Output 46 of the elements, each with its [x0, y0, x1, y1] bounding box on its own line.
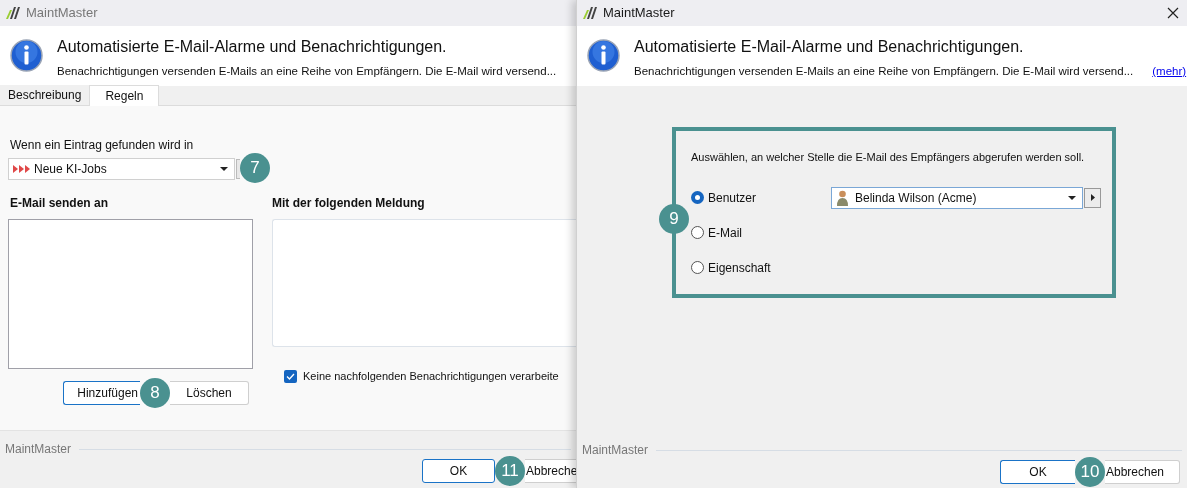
field-label: Mit der folgenden Meldung	[272, 195, 426, 212]
info-icon	[10, 39, 43, 72]
logo-icon	[583, 7, 597, 19]
recipient-list[interactable]	[8, 219, 253, 369]
dialog-button[interactable]: Abbrechen	[1105, 460, 1180, 484]
logo-icon	[6, 7, 20, 19]
tab[interactable]: Beschreibung	[0, 85, 90, 105]
person-icon	[836, 189, 849, 206]
dialog-button[interactable]: Hinzufügen	[63, 381, 140, 405]
header-description: Benachrichtigungen versenden E-Mails an eine Reihe von Empfängern. Die E-Mail wird versend...	[634, 64, 1134, 79]
expand-button[interactable]	[1084, 187, 1101, 208]
dialog-button[interactable]: Abbreche	[525, 459, 576, 483]
callout-badge: 9	[659, 204, 689, 234]
dropdown-caret-icon	[1068, 195, 1076, 200]
radio-option[interactable]: Eigenschaft	[691, 258, 831, 277]
tab[interactable]: Regeln	[89, 85, 160, 106]
close-icon[interactable]	[1167, 7, 1179, 19]
radio-option[interactable]: E-Mail	[691, 223, 831, 242]
field-label: Wenn ein Eintrag gefunden wird in	[9, 137, 195, 154]
triple-arrow-icon	[13, 165, 30, 173]
dialog-button[interactable]: OK	[1000, 460, 1075, 484]
message-field[interactable]	[272, 219, 576, 347]
user-dropdown[interactable]: Belinda Wilson (Acme)	[831, 186, 1083, 209]
callout-badge: 11	[495, 456, 525, 486]
dialog-button[interactable]: Löschen	[170, 381, 249, 405]
list-dropdown[interactable]: Neue KI-Jobs	[8, 158, 235, 180]
field-label: E-Mail senden an	[9, 195, 110, 212]
callout-badge: 7	[240, 153, 270, 183]
dropdown-caret-icon	[220, 167, 228, 171]
radio-option[interactable]: Benutzer	[691, 188, 831, 207]
footer-brand: MaintMaster	[5, 441, 72, 458]
callout-badge: 8	[140, 378, 170, 408]
checkbox[interactable]	[284, 369, 297, 383]
checkbox-label: Keine nachfolgenden Benachrichtigungen verarbeite	[303, 369, 559, 384]
window-title: MaintMaster	[26, 4, 98, 23]
more-link[interactable]: (mehr)	[1152, 63, 1187, 81]
right-arrow-icon	[1090, 194, 1095, 201]
window-title: MaintMaster	[603, 4, 675, 23]
header-title: Automatisierte E-Mail-Alarme und Benachrichtigungen.	[634, 37, 1025, 57]
footer-brand: MaintMaster	[582, 442, 649, 459]
header-description: Benachrichtigungen versenden E-Mails an eine Reihe von Empfängern. Die E-Mail wird versend...	[57, 64, 557, 79]
info-icon	[587, 39, 620, 72]
dialog-button[interactable]: OK	[422, 459, 495, 483]
prompt-text: Auswählen, an welcher Stelle die E-Mail des Empfängers abgerufen werden soll.	[691, 150, 1086, 165]
header-title: Automatisierte E-Mail-Alarme und Benachrichtigungen.	[57, 37, 448, 57]
callout-badge: 10	[1075, 457, 1105, 487]
